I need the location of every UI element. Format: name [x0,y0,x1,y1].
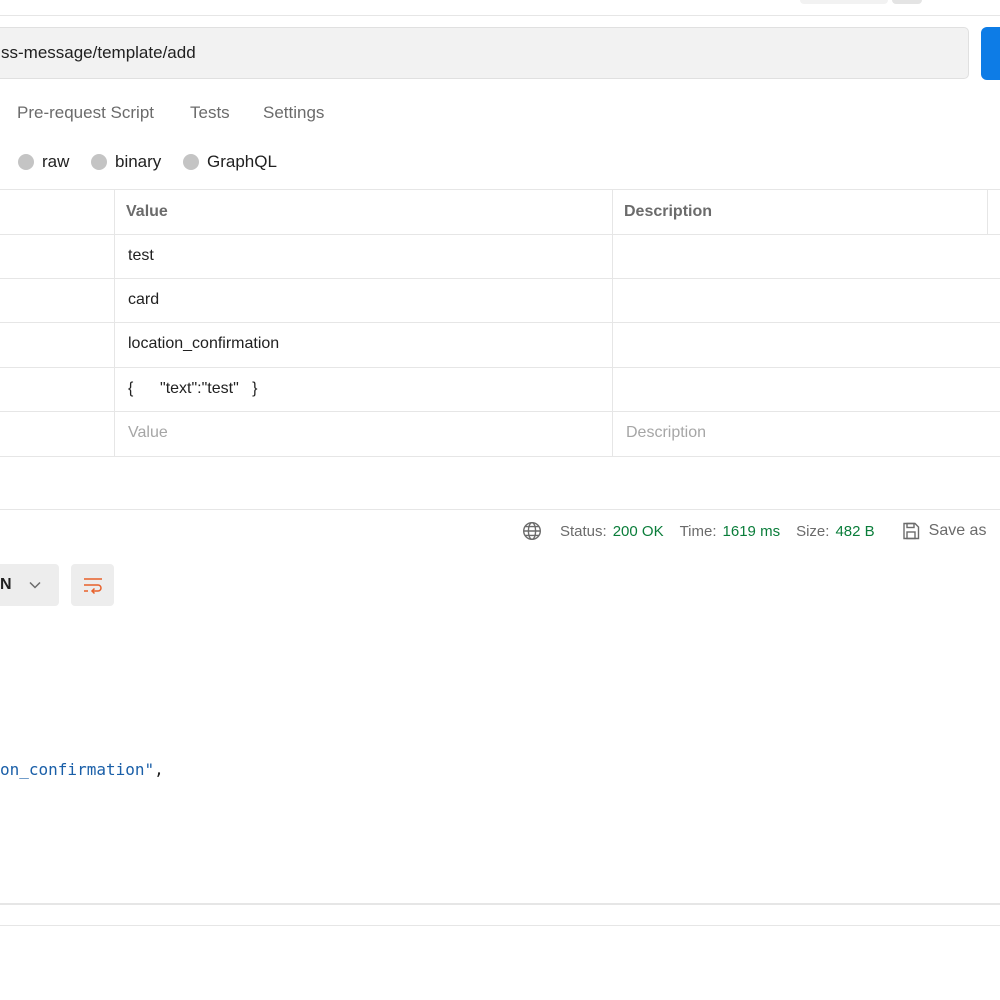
response-body-line: on_confirmation", [0,758,164,782]
tab-tests[interactable]: Tests [190,101,230,125]
response-status-bar: Status: 200 OK Time: 1619 ms Size: 482 B… [522,518,1000,544]
column-divider[interactable] [114,189,115,456]
radio-raw[interactable]: raw [18,150,69,174]
top-control-stub[interactable] [800,0,888,4]
new-value-input[interactable]: Value [128,411,168,455]
column-header-value: Value [126,203,168,220]
top-control-stub-secondary[interactable] [892,0,922,4]
table-cell-value[interactable]: test [128,234,154,278]
radio-button[interactable] [183,154,199,170]
format-label: N [0,576,12,593]
url-text: ss-message/template/add [1,43,196,62]
save-icon [901,521,921,541]
column-header-description: Description [624,203,713,220]
url-input[interactable]: ss-message/template/add [0,27,969,79]
section-divider [0,509,1000,510]
save-as-button[interactable]: Save as [929,522,987,540]
time-value[interactable]: 1619 ms [723,523,781,540]
status-label: Status: [560,522,607,540]
new-description-input[interactable]: Description [626,411,706,455]
table-divider [0,456,1000,457]
radio-graphql[interactable]: GraphQL [183,150,277,174]
code-punctuation: , [154,760,164,779]
table-cell-description[interactable] [626,322,986,366]
column-divider[interactable] [612,189,613,456]
radio-button[interactable] [18,154,34,170]
top-divider [0,15,1000,16]
tab-settings[interactable]: Settings [263,101,324,125]
globe-icon[interactable] [522,521,542,541]
table-cell-description[interactable] [626,278,986,322]
pane-resize-handle[interactable] [0,903,1000,905]
column-divider[interactable] [987,189,988,234]
table-cell-value[interactable]: { "text":"test" } [128,367,257,411]
table-cell-value[interactable]: location_confirmation [128,322,279,366]
time-label: Time: [679,522,717,540]
size-label: Size: [796,522,830,540]
radio-label: raw [42,152,70,171]
table-cell-value[interactable]: card [128,278,159,322]
response-format-select[interactable]: N [0,564,59,606]
table-cell-description[interactable] [626,367,986,411]
table-cell-description[interactable] [626,234,986,278]
code-string: on_confirmation" [0,760,155,779]
status-value[interactable]: 200 OK [613,523,664,540]
radio-binary[interactable]: binary [91,150,161,174]
radio-label: GraphQL [207,152,277,171]
wrap-lines-icon [82,575,104,595]
send-button[interactable] [981,27,1000,80]
chevron-down-icon [28,578,42,592]
radio-label: binary [115,152,162,171]
wrap-lines-button[interactable] [71,564,114,606]
tab-pre-request-script[interactable]: Pre-request Script [17,101,154,125]
size-value[interactable]: 482 B [835,523,874,540]
bottom-divider [0,925,1000,926]
radio-button[interactable] [91,154,107,170]
